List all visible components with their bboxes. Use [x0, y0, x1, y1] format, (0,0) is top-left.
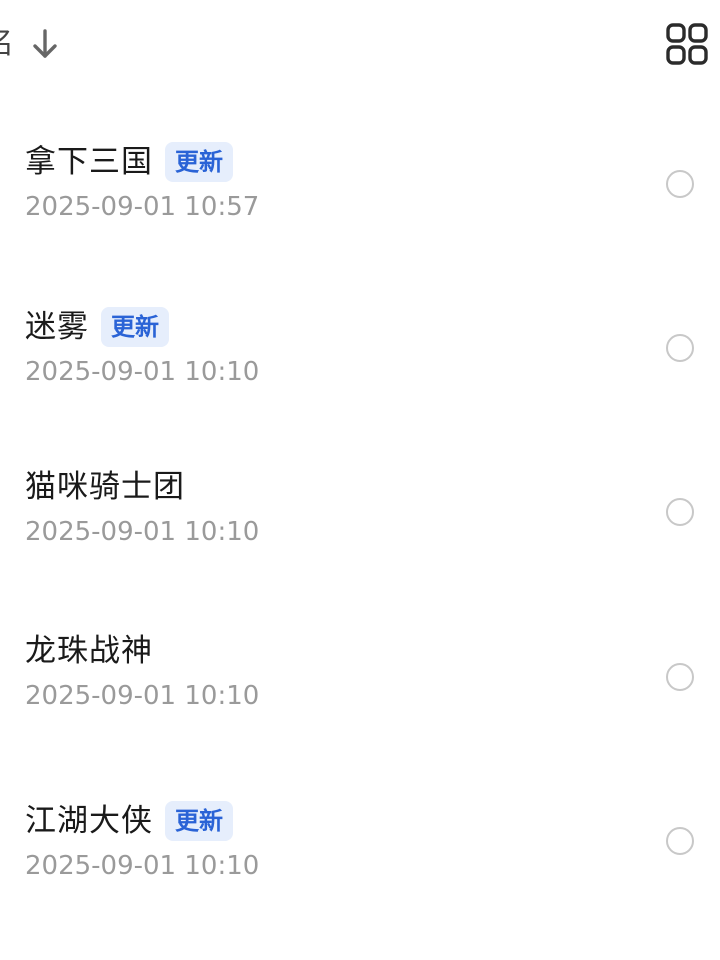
item-title-row: 龙珠战神	[25, 629, 153, 673]
item-title: 迷雾	[25, 309, 89, 345]
list-item[interactable]: 猫咪骑士团 2025-09-01 10:10	[0, 465, 720, 595]
item-title-row: 猫咪骑士团	[25, 465, 185, 509]
update-badge: 更新	[165, 142, 233, 182]
update-badge: 更新	[101, 307, 169, 347]
select-radio[interactable]	[666, 170, 694, 198]
item-timestamp: 2025-09-01 10:10	[25, 681, 260, 711]
item-title-row: 迷雾 更新	[25, 305, 169, 349]
select-radio[interactable]	[666, 663, 694, 691]
item-title: 龙珠战神	[25, 633, 153, 669]
list-item[interactable]: 江湖大侠 更新 2025-09-01 10:10	[0, 799, 720, 929]
item-timestamp: 2025-09-01 10:57	[25, 192, 260, 222]
game-list: 拿下三国 更新 2025-09-01 10:57 迷雾 更新 2025-09-0…	[0, 0, 720, 960]
item-timestamp: 2025-09-01 10:10	[25, 357, 260, 387]
select-radio[interactable]	[666, 334, 694, 362]
item-timestamp: 2025-09-01 10:10	[25, 851, 260, 881]
select-radio[interactable]	[666, 827, 694, 855]
item-title: 拿下三国	[25, 144, 153, 180]
update-badge: 更新	[165, 801, 233, 841]
item-title: 江湖大侠	[25, 803, 153, 839]
item-timestamp: 2025-09-01 10:10	[25, 517, 260, 547]
item-title-row: 拿下三国 更新	[25, 140, 233, 184]
select-radio[interactable]	[666, 498, 694, 526]
item-title: 猫咪骑士团	[25, 469, 185, 505]
list-item[interactable]: 迷雾 更新 2025-09-01 10:10	[0, 305, 720, 435]
list-item[interactable]: 龙珠战神 2025-09-01 10:10	[0, 629, 720, 759]
item-title-row: 江湖大侠 更新	[25, 799, 233, 843]
list-item[interactable]: 拿下三国 更新 2025-09-01 10:57	[0, 140, 720, 270]
